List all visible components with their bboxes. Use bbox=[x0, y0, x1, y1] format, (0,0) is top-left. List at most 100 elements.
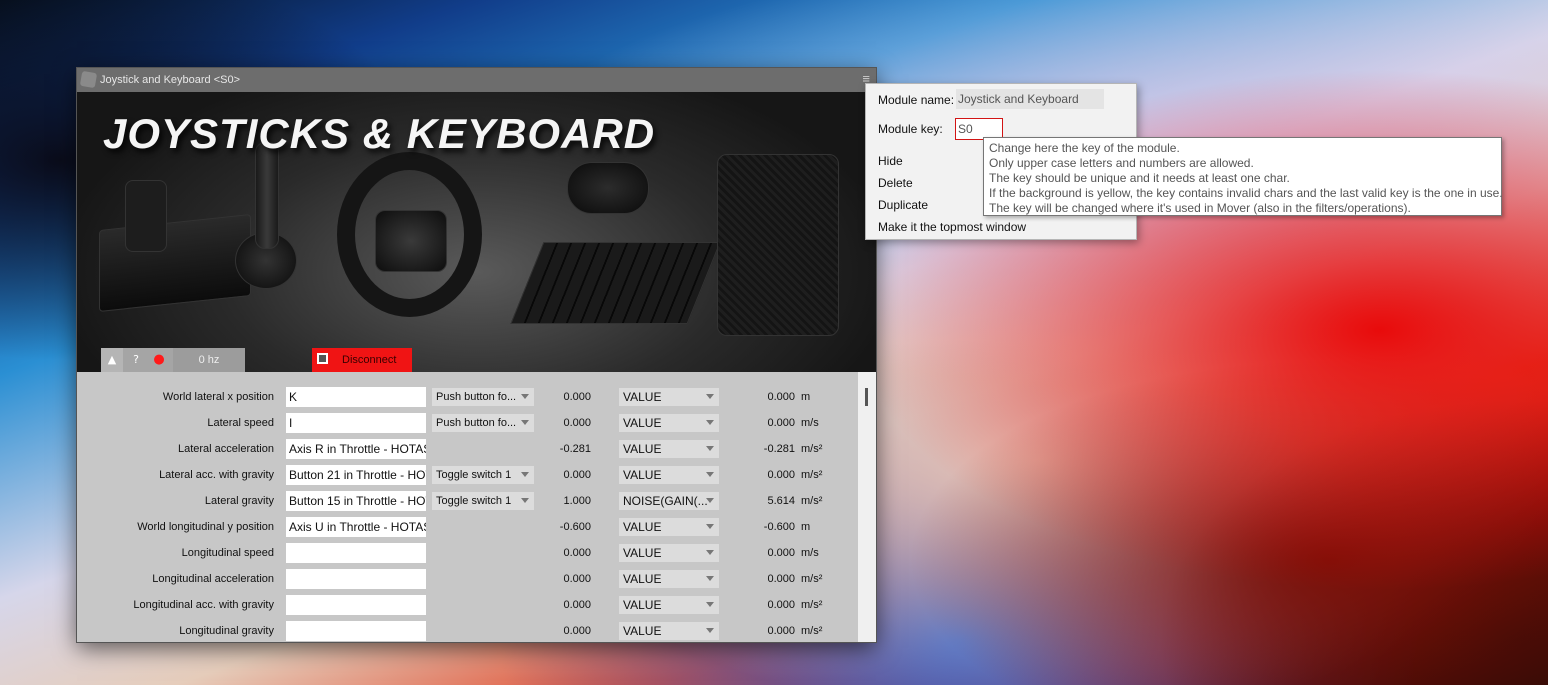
input-binding-field[interactable] bbox=[286, 621, 426, 641]
input-binding-field[interactable]: Axis U in Throttle - HOTAS W bbox=[286, 517, 426, 537]
menu-item-topmost[interactable]: Make it the topmost window bbox=[878, 220, 1026, 234]
raw-value: 0.000 bbox=[563, 417, 591, 429]
record-icon[interactable]: ● bbox=[148, 348, 170, 372]
unit-label: m/s² bbox=[801, 495, 823, 507]
module-window: Joystick and Keyboard <S0> ≡ JOYSTICKS &… bbox=[77, 68, 876, 642]
throttle-image bbox=[99, 214, 251, 312]
function-value: VALUE bbox=[623, 546, 662, 560]
function-select[interactable]: NOISE(GAIN(... bbox=[619, 492, 719, 510]
input-mode-select[interactable]: Toggle switch 1 bbox=[432, 492, 534, 510]
chevron-down-icon bbox=[706, 498, 714, 503]
function-select[interactable]: VALUE bbox=[619, 518, 719, 536]
input-binding-field[interactable]: K bbox=[286, 387, 426, 407]
input-binding-field[interactable] bbox=[286, 595, 426, 615]
row-label: Longitudinal acceleration bbox=[152, 573, 274, 585]
function-value: VALUE bbox=[623, 442, 662, 456]
input-binding-field[interactable]: Axis R in Throttle - HOTAS W bbox=[286, 439, 426, 459]
table-row: Lateral speed I Push button fo... 0.000 VALU… bbox=[77, 410, 858, 436]
tooltip-line: If the background is yellow, the key con… bbox=[989, 186, 1503, 200]
scrollbar-thumb[interactable] bbox=[865, 388, 868, 406]
chevron-down-icon bbox=[521, 498, 529, 503]
row-label: Longitudinal acc. with gravity bbox=[133, 599, 274, 611]
unit-label: m/s² bbox=[801, 599, 823, 611]
table-row: World longitudinal y position Axis U in T… bbox=[77, 514, 858, 540]
disconnect-label: Disconnect bbox=[342, 354, 397, 366]
banner-image: JOYSTICKS & KEYBOARD bbox=[77, 92, 876, 372]
raw-value: -0.600 bbox=[559, 521, 591, 533]
function-select[interactable]: VALUE bbox=[619, 440, 719, 458]
module-name-field[interactable]: Joystick and Keyboard bbox=[956, 89, 1104, 109]
input-mode-value: Toggle switch 1 bbox=[436, 495, 512, 507]
chevron-down-icon bbox=[706, 602, 714, 607]
chevron-down-icon bbox=[706, 394, 714, 399]
menu-item-hide[interactable]: Hide bbox=[878, 154, 903, 168]
chevron-down-icon bbox=[521, 394, 529, 399]
output-value: 0.000 bbox=[767, 547, 795, 559]
function-select[interactable]: VALUE bbox=[619, 570, 719, 588]
unit-label: m bbox=[801, 391, 811, 403]
input-binding-field[interactable] bbox=[286, 543, 426, 563]
input-binding-field[interactable]: I bbox=[286, 413, 426, 433]
tooltip-line: Change here the key of the module. bbox=[989, 141, 1180, 155]
table-row: World lateral x position K Push button fo.… bbox=[77, 384, 858, 410]
function-value: VALUE bbox=[623, 572, 662, 586]
output-value: -0.281 bbox=[763, 443, 795, 455]
chevron-down-icon bbox=[706, 420, 714, 425]
output-value: -0.600 bbox=[763, 521, 795, 533]
keyboard-image bbox=[510, 242, 721, 324]
tooltip-line: Only upper case letters and numbers are … bbox=[989, 156, 1254, 170]
menu-item-delete[interactable]: Delete bbox=[878, 176, 913, 190]
function-select[interactable]: VALUE bbox=[619, 622, 719, 640]
function-select[interactable]: VALUE bbox=[619, 596, 719, 614]
raw-value: -0.281 bbox=[559, 443, 591, 455]
table-row: Longitudinal gravity 0.000 VALUE 0.000 m/s² bbox=[77, 618, 858, 642]
gamepad-image bbox=[567, 162, 649, 214]
output-value: 0.000 bbox=[767, 599, 795, 611]
table-row: Longitudinal speed 0.000 VALUE 0.000 m/s bbox=[77, 540, 858, 566]
input-binding-field[interactable]: Button 21 in Throttle - HOTA bbox=[286, 465, 426, 485]
button-box-image bbox=[717, 154, 839, 336]
function-value: VALUE bbox=[623, 624, 662, 638]
chevron-down-icon bbox=[521, 420, 529, 425]
unit-label: m/s bbox=[801, 417, 819, 429]
vertical-scrollbar[interactable] bbox=[858, 372, 876, 642]
function-select[interactable]: VALUE bbox=[619, 544, 719, 562]
input-mode-select[interactable]: Push button fo... bbox=[432, 414, 534, 432]
input-mode-value: Push button fo... bbox=[436, 391, 517, 403]
table-row: Lateral gravity Button 15 in Throttle - H… bbox=[77, 488, 858, 514]
collapse-up-icon[interactable]: ▲ bbox=[101, 348, 123, 372]
function-value: VALUE bbox=[623, 520, 662, 534]
raw-value: 0.000 bbox=[563, 469, 591, 481]
raw-value: 1.000 bbox=[563, 495, 591, 507]
disconnect-button[interactable]: Disconnect bbox=[312, 348, 412, 372]
module-toolbar: ▲ ? ● 0 hz bbox=[101, 348, 245, 372]
input-mode-select[interactable]: Toggle switch 1 bbox=[432, 466, 534, 484]
function-select[interactable]: VALUE bbox=[619, 466, 719, 484]
row-label: Longitudinal gravity bbox=[179, 625, 274, 637]
unit-label: m bbox=[801, 521, 811, 533]
function-select[interactable]: VALUE bbox=[619, 388, 719, 406]
function-value: VALUE bbox=[623, 468, 662, 482]
input-binding-field[interactable]: Button 15 in Throttle - HOTA bbox=[286, 491, 426, 511]
window-title: Joystick and Keyboard <S0> bbox=[100, 74, 241, 86]
output-value: 0.000 bbox=[767, 417, 795, 429]
tooltip-line: The key should be unique and it needs at… bbox=[989, 171, 1290, 185]
output-value: 0.000 bbox=[767, 573, 795, 585]
row-label: Lateral acceleration bbox=[177, 443, 274, 455]
unit-label: m/s² bbox=[801, 469, 823, 481]
raw-value: 0.000 bbox=[563, 573, 591, 585]
menu-item-duplicate[interactable]: Duplicate bbox=[878, 198, 928, 212]
title-bar[interactable]: Joystick and Keyboard <S0> ≡ bbox=[77, 68, 876, 92]
row-label: Lateral speed bbox=[207, 417, 274, 429]
function-select[interactable]: VALUE bbox=[619, 414, 719, 432]
signal-table: World lateral x position K Push button fo.… bbox=[77, 372, 858, 642]
table-row: Lateral acc. with gravity Button 21 in Th… bbox=[77, 462, 858, 488]
chevron-down-icon bbox=[706, 524, 714, 529]
input-binding-field[interactable] bbox=[286, 569, 426, 589]
input-mode-select[interactable]: Push button fo... bbox=[432, 388, 534, 406]
chevron-down-icon bbox=[706, 446, 714, 451]
help-button[interactable]: ? bbox=[125, 348, 147, 372]
row-label: World longitudinal y position bbox=[137, 521, 274, 533]
unit-label: m/s² bbox=[801, 625, 823, 637]
connection-checkbox-icon[interactable] bbox=[317, 353, 328, 364]
